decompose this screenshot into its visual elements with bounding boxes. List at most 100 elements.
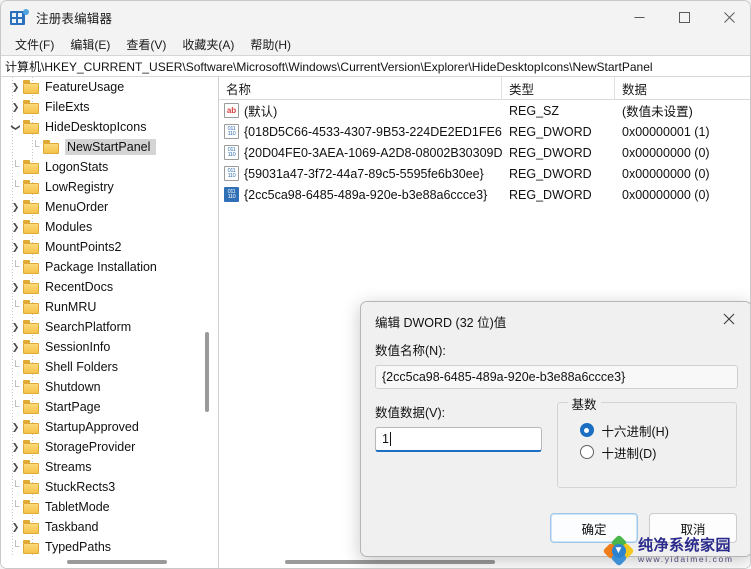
chevron-right-icon[interactable]: ❯ [9,82,22,93]
folder-icon [23,440,40,454]
tree-horizontal-scroll-thumb[interactable] [67,560,167,564]
dialog-body: 数值名称(N): {2cc5ca98-6485-489a-920e-b3e88a… [361,340,750,488]
tree-item-label: Shutdown [45,380,101,394]
dialog-title: 编辑 DWORD (32 位)值 [375,315,507,330]
radio-hexadecimal[interactable]: 十六进制(H) [579,419,737,441]
table-row[interactable]: 011 110 {59031a47-3f72-44a7-89c5-5595fe6b3… [219,163,750,184]
chevron-right-icon[interactable]: ❯ [9,422,22,433]
value-data-input[interactable]: 1 [375,427,542,452]
tree-item-label: LogonStats [45,160,109,174]
chevron-right-icon[interactable]: ❯ [9,342,22,353]
window-title: 注册表编辑器 [36,11,113,26]
chevron-right-icon[interactable]: ❯ [9,282,22,293]
tree-vertical-scroll-thumb[interactable] [205,332,209,412]
tree-item-shutdown[interactable]: └ Shutdown [1,377,206,397]
values-horizontal-scroll-thumb[interactable] [285,560,495,564]
chevron-right-icon[interactable]: ❯ [9,322,22,333]
folder-icon [23,540,40,554]
tree-item-streams[interactable]: ❯ Streams [1,457,206,477]
menu-favorites[interactable]: 收藏夹(A) [174,34,242,55]
tree-item-label: StuckRects3 [45,480,116,494]
tree-item-mountpoints2[interactable]: ❯ MountPoints2 [1,237,206,257]
tree-item-shell-folders[interactable]: └ Shell Folders [1,357,206,377]
value-name-text: (默认) [244,105,278,119]
value-name-text: {018D5C66-4533-4307-9B53-224DE2ED1FE6} [244,124,502,139]
folder-icon [23,280,40,294]
maximize-button[interactable] [662,1,707,33]
folder-icon [23,180,40,194]
tree-item-recentdocs[interactable]: ❯ RecentDocs [1,277,206,297]
tree-item-lowregistry[interactable]: └ LowRegistry [1,177,206,197]
tree-item-connector: └ [11,401,20,413]
radio-decimal[interactable]: 十进制(D) [579,441,737,463]
tree-item-label: HideDesktopIcons [45,120,147,134]
tree-item-startpage[interactable]: └ StartPage [1,397,206,417]
tree-item-tabletmode[interactable]: └ TabletMode [1,497,206,517]
menu-view[interactable]: 查看(V) [118,34,174,55]
address-path: 计算机\HKEY_CURRENT_USER\Software\Microsoft… [5,59,653,74]
tree-item-label: Taskband [45,520,99,534]
chevron-right-icon[interactable]: ❯ [9,522,22,533]
tree-item-stuckrects3[interactable]: └ StuckRects3 [1,477,206,497]
value-name-text: {2cc5ca98-6485-489a-920e-b3e88a6ccce3} [244,187,488,202]
chevron-down-icon[interactable]: ❯ [10,121,21,134]
table-row[interactable]: ab (默认) REG_SZ (数值未设置) [219,100,750,121]
tree-item-runmru[interactable]: └ RunMRU [1,297,206,317]
menu-edit[interactable]: 编辑(E) [62,34,118,55]
tree-vertical-scrollbar[interactable] [202,77,212,555]
chevron-right-icon[interactable]: ❯ [9,102,22,113]
radio-decimal-indicator[interactable] [579,445,594,459]
chevron-right-icon[interactable]: ❯ [9,462,22,473]
tree-item-package-installation[interactable]: └ Package Installation [1,257,206,277]
table-row[interactable]: 011 110 {018D5C66-4533-4307-9B53-224DE2ED1… [219,121,750,142]
value-name-cell: 011 110 {20D04FE0-3AEA-1069-A2D8-08002B303… [219,142,502,163]
menu-file[interactable]: 文件(F) [7,34,62,55]
value-name-input[interactable]: {2cc5ca98-6485-489a-920e-b3e88a6ccce3} [375,365,738,389]
tree-item-connector: └ [11,261,20,273]
address-bar[interactable]: 计算机\HKEY_CURRENT_USER\Software\Microsoft… [1,55,750,77]
tree-item-label: RecentDocs [45,280,114,294]
value-name-cell: ab (默认) [219,100,502,121]
tree-item-startupapproved[interactable]: ❯ StartupApproved [1,417,206,437]
tree-item-connector: └ [11,361,20,373]
folder-icon [23,200,40,214]
tree-item-searchplatform[interactable]: ❯ SearchPlatform [1,317,206,337]
column-header-data[interactable]: 数据 [615,77,750,100]
column-header-name[interactable]: 名称 [219,77,502,100]
tree-item-modules[interactable]: ❯ Modules [1,217,206,237]
table-row[interactable]: 011 110 {20D04FE0-3AEA-1069-A2D8-08002B303… [219,142,750,163]
radio-hexadecimal-indicator[interactable] [579,423,594,437]
folder-icon [23,460,40,474]
tree-item-featureusage[interactable]: ❯ FeatureUsage [1,77,206,97]
tree-item-label: Shell Folders [45,360,118,374]
folder-icon [23,100,40,114]
minimize-button[interactable] [617,1,662,33]
tree-item-logonstats[interactable]: └ LogonStats [1,157,206,177]
tree-item-taskband[interactable]: ❯ Taskband [1,517,206,537]
tree-horizontal-scrollbar[interactable] [1,555,218,568]
tree-item-fileexts[interactable]: ❯ FileExts [1,97,206,117]
folder-icon [23,380,40,394]
tree-item-storageprovider[interactable]: ❯ StorageProvider [1,437,206,457]
tree-item-label: TypedPaths [45,540,112,554]
table-row[interactable]: 011 110 {2cc5ca98-6485-489a-920e-b3e88a6cc… [219,184,750,205]
value-data-label: 数值数据(V): [375,406,446,420]
value-data-cell: 0x00000000 (0) [622,145,710,160]
folder-icon [23,480,40,494]
chevron-right-icon[interactable]: ❯ [9,442,22,453]
dialog-close-icon[interactable] [707,302,750,336]
chevron-right-icon[interactable]: ❯ [9,222,22,233]
menu-help[interactable]: 帮助(H) [242,34,299,55]
column-header-type[interactable]: 类型 [502,77,615,100]
chevron-right-icon[interactable]: ❯ [9,202,22,213]
tree-item-hidedesktopicons[interactable]: ❯ HideDesktopIcons [1,117,206,137]
tree-item-newstartpanel[interactable]: └ NewStartPanel [1,137,206,157]
chevron-right-icon[interactable]: ❯ [9,242,22,253]
tree-item-label: MountPoints2 [45,240,122,254]
dword-value-icon: 011 110 [224,166,239,181]
tree-item-menuorder[interactable]: ❯ MenuOrder [1,197,206,217]
tree-item-typedpaths[interactable]: └ TypedPaths [1,537,206,555]
close-button[interactable] [707,1,750,33]
watermark-logo-icon: ▼ [602,534,635,567]
tree-item-sessioninfo[interactable]: ❯ SessionInfo [1,337,206,357]
